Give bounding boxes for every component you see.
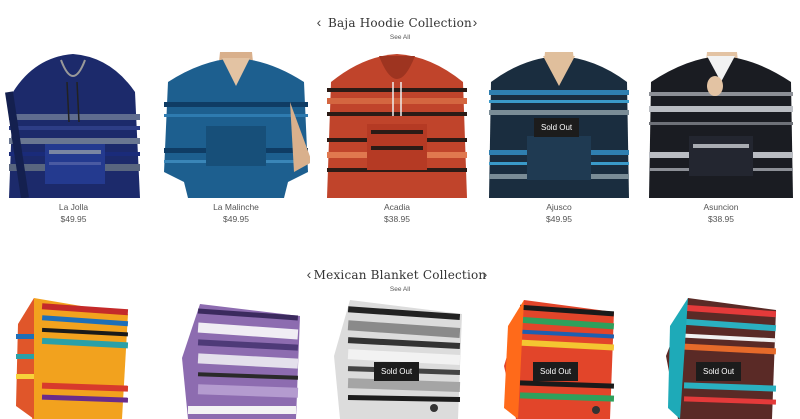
product-image[interactable]: [500, 296, 618, 419]
chevron-right-icon[interactable]: ›: [478, 265, 492, 283]
product-card[interactable]: Sold Out Ajusco $49.95: [487, 52, 631, 224]
product-image[interactable]: [162, 52, 310, 198]
product-name[interactable]: Asuncion: [647, 202, 795, 212]
product-card[interactable]: Sold Out: [500, 296, 618, 419]
hoodie-collection-header: ‹ Baja Hoodie Collection › See All: [0, 0, 800, 41]
blanket-collection-header: ‹ Mexican Blanket Collection › See All: [0, 252, 800, 293]
see-all-link[interactable]: See All: [0, 286, 800, 293]
product-price: $49.95: [546, 214, 572, 224]
product-price: $49.95: [223, 214, 249, 224]
product-name[interactable]: La Jolla: [5, 202, 142, 212]
product-image[interactable]: [323, 52, 471, 198]
product-card[interactable]: Acadia $38.95: [323, 52, 471, 224]
product-image[interactable]: [664, 296, 780, 419]
collection-title: Baja Hoodie Collection: [328, 16, 472, 30]
sold-out-badge: Sold Out: [374, 362, 420, 381]
see-all-link[interactable]: See All: [0, 34, 800, 41]
product-price: $38.95: [708, 214, 734, 224]
product-image[interactable]: [332, 296, 466, 419]
product-name[interactable]: Acadia: [323, 202, 471, 212]
product-card[interactable]: Sold Out: [664, 296, 780, 419]
sold-out-badge: Sold Out: [696, 362, 742, 381]
product-name[interactable]: Ajusco: [487, 202, 631, 212]
product-card[interactable]: Sold Out: [332, 296, 466, 419]
product-card[interactable]: [178, 298, 304, 419]
product-card[interactable]: [12, 294, 130, 419]
product-image[interactable]: [12, 294, 130, 419]
product-price: $38.95: [384, 214, 410, 224]
product-image[interactable]: [178, 298, 304, 419]
chevron-right-icon[interactable]: ›: [468, 13, 482, 31]
collection-title: Mexican Blanket Collection: [313, 268, 487, 282]
product-price: $49.95: [60, 214, 87, 224]
product-image[interactable]: [647, 52, 795, 198]
product-image[interactable]: [5, 52, 142, 198]
product-card[interactable]: Asuncion $38.95: [647, 52, 795, 224]
sold-out-badge: Sold Out: [534, 118, 580, 137]
product-card[interactable]: La Malinche $49.95: [162, 52, 310, 224]
product-card[interactable]: La Jolla $49.95: [5, 52, 142, 224]
sold-out-badge: Sold Out: [533, 362, 579, 381]
product-name[interactable]: La Malinche: [162, 202, 310, 212]
